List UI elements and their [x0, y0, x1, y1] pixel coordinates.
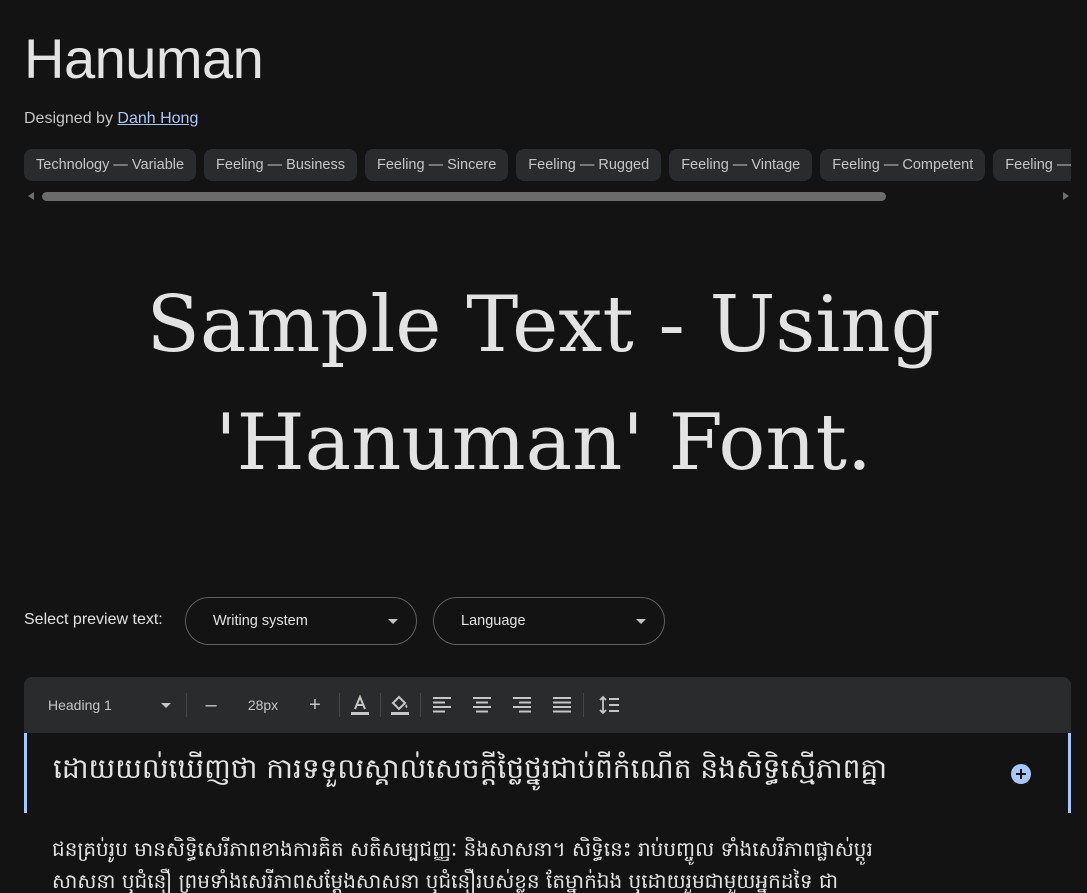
- toolbar-divider: [186, 693, 187, 717]
- scroll-thumb[interactable]: [42, 192, 886, 201]
- text-style-value: Heading 1: [48, 697, 112, 713]
- sample-text: Sample Text - Using 'Hanuman' Font.: [0, 266, 1087, 502]
- line-height-icon[interactable]: [598, 677, 622, 733]
- tag-scrollbar[interactable]: [24, 189, 1071, 203]
- preview-text-label: Select preview text:: [24, 611, 163, 628]
- tag-chip[interactable]: Feeling — Competent: [820, 149, 986, 181]
- text-style-dropdown[interactable]: Heading 1: [34, 677, 171, 733]
- sample-text-line: 'Hanuman' Font.: [215, 398, 872, 488]
- align-left-icon[interactable]: [430, 677, 454, 733]
- chevron-down-icon: [388, 619, 398, 624]
- highlight-color-icon[interactable]: [388, 677, 412, 733]
- sample-text-line: Sample Text - Using: [146, 280, 941, 370]
- tag-list: Technology — Variable Feeling — Business F…: [24, 149, 1071, 181]
- body-text-line: ជនគ្រប់រូប មានសិទ្ធិសេរីភាពខាងការគិត សតិ…: [52, 837, 873, 861]
- scroll-left-arrow-icon[interactable]: [28, 192, 34, 200]
- language-select[interactable]: Language: [433, 597, 665, 645]
- align-justify-icon[interactable]: [550, 677, 574, 733]
- align-center-icon[interactable]: [470, 677, 494, 733]
- body-preview-text[interactable]: ជនគ្រប់រូប មានសិទ្ធិសេរីភាពខាងការគិត សតិ…: [52, 833, 1012, 893]
- editor-toolbar: Heading 1 – 28px +: [24, 677, 1071, 733]
- toolbar-divider: [583, 693, 584, 717]
- add-icon[interactable]: [1011, 764, 1031, 784]
- tag-chip[interactable]: Technology — Variable: [24, 149, 197, 181]
- font-specimen-page: Hanuman Designed by Danh Hong Technology…: [0, 0, 1087, 893]
- decrease-size-button[interactable]: –: [198, 677, 224, 733]
- designer-link[interactable]: Danh Hong: [117, 110, 198, 127]
- language-value: Language: [461, 613, 526, 629]
- writing-system-select[interactable]: Writing system: [185, 597, 417, 645]
- heading-block[interactable]: ដោយយល់ឃើញថា ការទទួលស្គាល់សេចក្ដីថ្លៃថ្នូ…: [24, 733, 1071, 813]
- writing-system-value: Writing system: [213, 613, 308, 629]
- align-right-icon[interactable]: [510, 677, 534, 733]
- chevron-down-icon: [636, 619, 646, 624]
- designer-line: Designed by Danh Hong: [24, 110, 198, 128]
- scroll-right-arrow-icon[interactable]: [1063, 192, 1069, 200]
- chevron-down-icon: [161, 703, 171, 708]
- font-size-value[interactable]: 28px: [238, 677, 288, 733]
- preview-editor[interactable]: ដោយយល់ឃើញថា ការទទួលស្គាល់សេចក្ដីថ្លៃថ្នូ…: [24, 733, 1071, 893]
- tag-chip[interactable]: Feeling — Rugged: [516, 149, 662, 181]
- tag-chip[interactable]: Feeling — Sincere: [365, 149, 509, 181]
- toolbar-divider: [380, 693, 381, 717]
- toolbar-divider: [420, 693, 421, 717]
- font-title: Hanuman: [24, 27, 264, 90]
- body-text-line: សាសនា ឬជំនឿ ព្រមទាំងសេរីភាពសម្ដែងសាសនា ឬ…: [52, 869, 838, 893]
- text-color-icon[interactable]: [348, 677, 372, 733]
- tag-chip[interactable]: Feeling — Vintage: [669, 149, 813, 181]
- tag-chip[interactable]: Feeling — Calm: [993, 149, 1071, 181]
- heading-preview-text[interactable]: ដោយយល់ឃើញថា ការទទួលស្គាល់សេចក្ដីថ្លៃថ្នូ…: [53, 751, 983, 792]
- toolbar-divider: [339, 693, 340, 717]
- tag-chip[interactable]: Feeling — Business: [204, 149, 357, 181]
- designed-by-label: Designed by: [24, 110, 113, 127]
- increase-size-button[interactable]: +: [302, 677, 328, 733]
